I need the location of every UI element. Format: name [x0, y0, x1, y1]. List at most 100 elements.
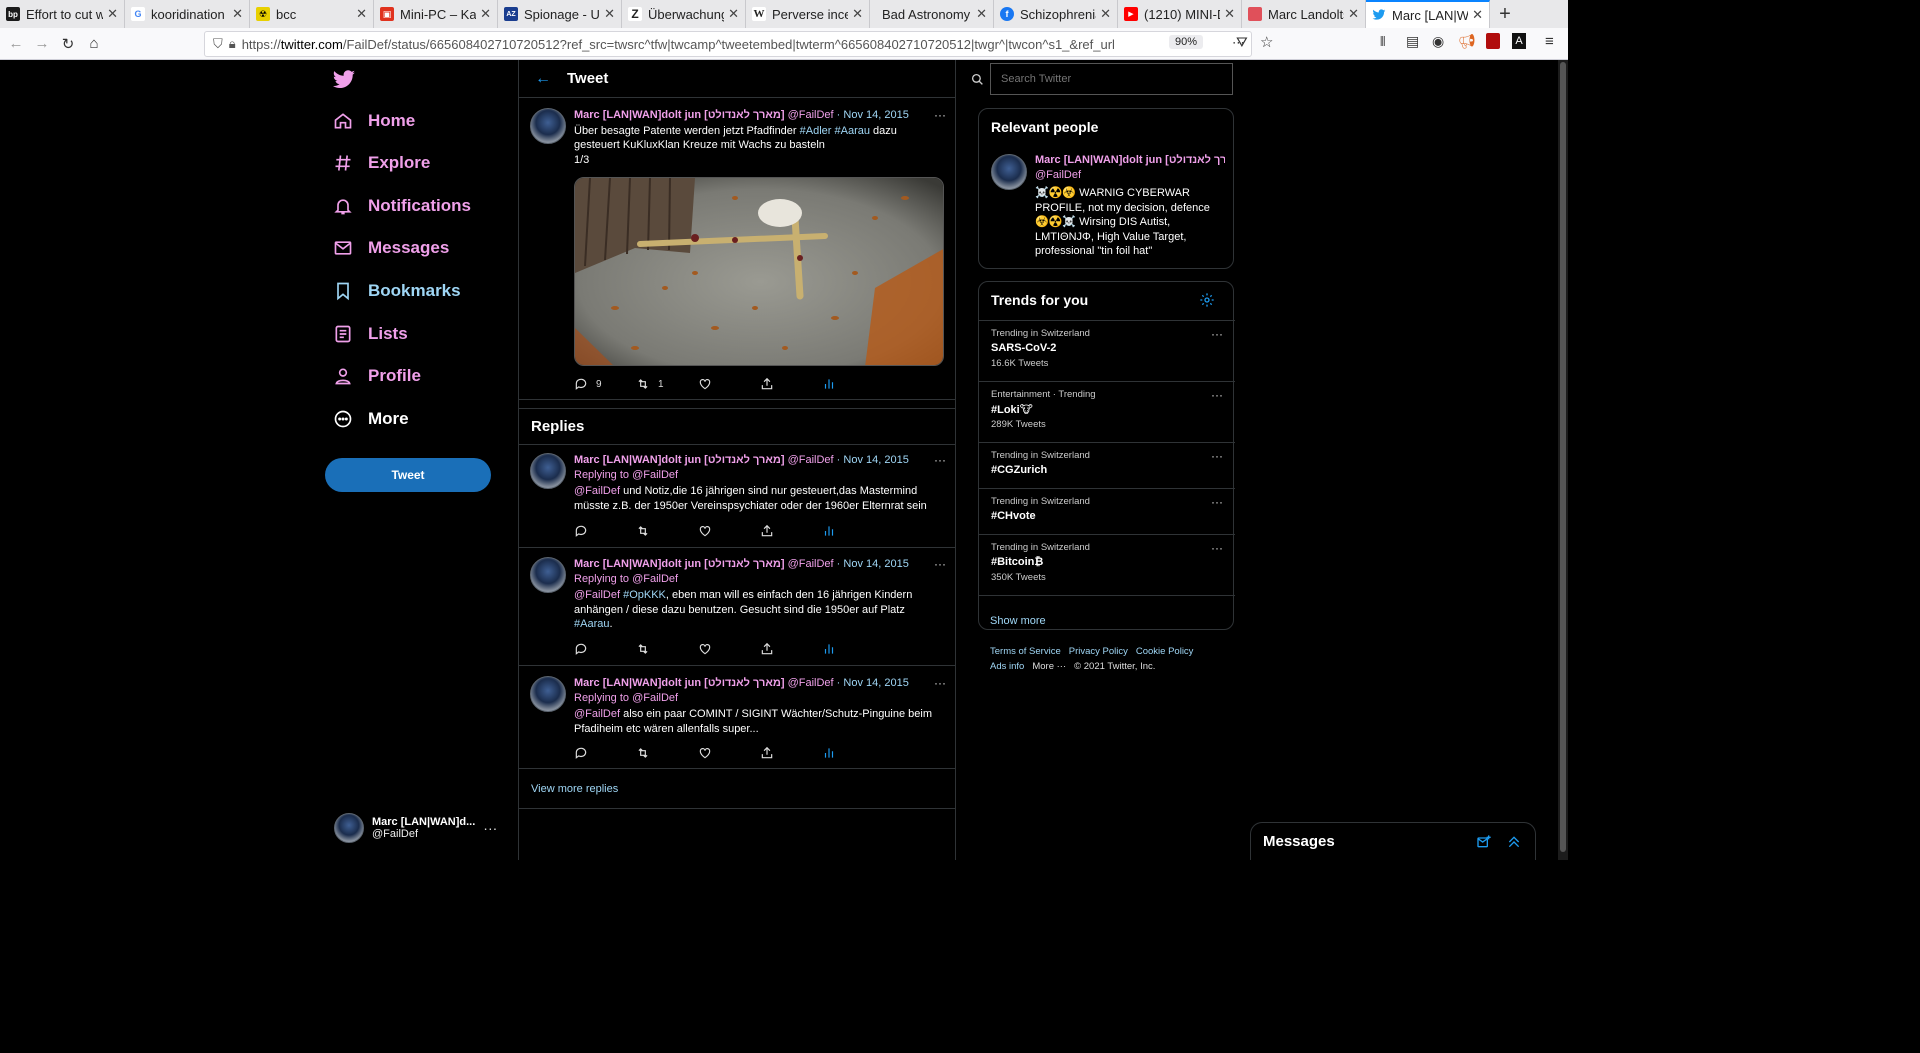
font-extension-icon[interactable]: A: [1512, 33, 1526, 49]
close-tab-icon[interactable]: ✕: [976, 6, 987, 22]
close-tab-icon[interactable]: ✕: [852, 6, 863, 22]
browser-tab[interactable]: ▶ (1210) MINI-D ✕: [1118, 0, 1242, 28]
tweet-author-handle[interactable]: @FailDef: [788, 454, 834, 466]
settings-gear-icon[interactable]: [1199, 292, 1215, 313]
page-scrollbar[interactable]: [1558, 60, 1568, 860]
expand-up-icon[interactable]: [1499, 834, 1529, 850]
close-tab-icon[interactable]: ✕: [480, 6, 491, 22]
browser-tab[interactable]: ☢ bcc ✕: [250, 0, 374, 28]
analytics-button[interactable]: [822, 524, 884, 538]
mention-link[interactable]: @FailDef: [632, 469, 678, 481]
search-field[interactable]: [971, 63, 1233, 95]
tweet-date[interactable]: Nov 14, 2015: [843, 454, 908, 466]
twitter-logo-icon[interactable]: [332, 70, 356, 92]
close-tab-icon[interactable]: ✕: [728, 6, 739, 22]
url-bar[interactable]: ⛉ 🔒︎ https://twitter.com/FailDef/status/…: [204, 31, 1252, 57]
tweet-author-name[interactable]: Marc [LAN|WAN]dolt jun [מארך לאנדולט]: [574, 677, 785, 689]
tweet-date[interactable]: Nov 14, 2015: [843, 677, 908, 689]
like-button[interactable]: [698, 524, 760, 538]
terms-link[interactable]: Terms of Service: [990, 646, 1061, 657]
trend-item[interactable]: Trending in Switzerland #CGZurich ···: [979, 442, 1235, 488]
trend-item[interactable]: Trending in Switzerland SARS-CoV-2 16.6K…: [979, 320, 1235, 381]
more-dots-icon[interactable]: ···: [1211, 388, 1223, 402]
nav-bookmarks[interactable]: Bookmarks: [332, 274, 461, 308]
tweet-author-name[interactable]: Marc [LAN|WAN]dolt jun [מארך לאנדולט]: [574, 454, 785, 466]
library-icon[interactable]: ⫴: [1380, 34, 1385, 50]
share-button[interactable]: [760, 642, 822, 656]
hashtag-link[interactable]: #OpKKK: [623, 589, 666, 601]
sidebar-icon[interactable]: ▤: [1406, 33, 1419, 50]
back-arrow-icon[interactable]: ←: [3, 31, 29, 57]
browser-tab-active[interactable]: Marc [LAN|W ✕: [1366, 0, 1490, 28]
browser-tab[interactable]: Z Überwachung ✕: [622, 0, 746, 28]
share-button[interactable]: [760, 746, 822, 760]
avatar[interactable]: [991, 154, 1027, 190]
retweet-button[interactable]: 1: [636, 377, 698, 391]
relevant-person[interactable]: Marc [LAN|WAN]dolt jun [מארך לאנדולט] @F…: [991, 154, 1227, 257]
mention-link[interactable]: @FailDef: [574, 485, 620, 497]
close-tab-icon[interactable]: ✕: [1348, 6, 1359, 22]
person-name[interactable]: Marc [LAN|WAN]dolt jun [מארך לאנדולט]: [1035, 154, 1225, 166]
view-more-replies-link[interactable]: View more replies: [531, 783, 618, 795]
close-tab-icon[interactable]: ✕: [1224, 6, 1235, 22]
more-dots-icon[interactable]: ···: [934, 676, 946, 690]
mention-link[interactable]: @FailDef: [632, 692, 678, 704]
avatar[interactable]: [530, 108, 566, 144]
nav-messages[interactable]: Messages: [332, 231, 449, 265]
close-tab-icon[interactable]: ✕: [356, 6, 367, 22]
retweet-button[interactable]: [636, 642, 698, 656]
mention-link[interactable]: @FailDef: [574, 589, 620, 601]
more-dots-icon[interactable]: ···: [1211, 449, 1223, 463]
reply-button[interactable]: 9: [574, 377, 636, 391]
zoom-level[interactable]: 90%: [1168, 35, 1203, 49]
trend-item[interactable]: Trending in Switzerland #Bitcoin₿ 350K T…: [979, 534, 1235, 595]
cookie-link[interactable]: Cookie Policy: [1136, 646, 1194, 657]
more-dots-icon[interactable]: ···: [934, 108, 946, 122]
tweet-author-name[interactable]: Marc [LAN|WAN]dolt jun [מארך לאנדולט]: [574, 558, 785, 570]
tweet-button[interactable]: Tweet: [325, 458, 491, 492]
retweet-button[interactable]: [636, 746, 698, 760]
nav-more[interactable]: More: [332, 402, 409, 436]
browser-tab[interactable]: Bad Astronomy ✕: [870, 0, 994, 28]
browser-tab[interactable]: AZ Spionage - Ur ✕: [498, 0, 622, 28]
tweet-author-handle[interactable]: @FailDef: [788, 677, 834, 689]
more-dots-icon[interactable]: ···: [1211, 541, 1223, 555]
ads-info-link[interactable]: Ads info: [990, 661, 1024, 672]
person-handle[interactable]: @FailDef: [1035, 169, 1081, 181]
analytics-button[interactable]: [822, 377, 884, 391]
nav-profile[interactable]: Profile: [332, 359, 421, 393]
ublock-icon[interactable]: [1486, 33, 1500, 49]
scrollbar-thumb[interactable]: [1560, 62, 1566, 852]
browser-tab[interactable]: Marc Landolts ✕: [1242, 0, 1366, 28]
retweet-button[interactable]: [636, 524, 698, 538]
hashtag-link[interactable]: #Aarau: [574, 618, 609, 630]
tweet-author-name[interactable]: Marc [LAN|WAN]dolt jun [מארך לאנדולט]: [574, 109, 785, 121]
footer-more-link[interactable]: More ···: [1032, 661, 1066, 672]
reload-icon[interactable]: ↻: [55, 31, 81, 57]
tweet-photo[interactable]: [574, 177, 944, 366]
share-button[interactable]: [760, 377, 822, 391]
home-icon[interactable]: ⌂: [81, 31, 107, 57]
more-dots-icon[interactable]: ···: [934, 453, 946, 467]
nav-notifications[interactable]: Notifications: [332, 189, 471, 223]
browser-tab[interactable]: W Perverse ince ✕: [746, 0, 870, 28]
reply-button[interactable]: [574, 746, 636, 760]
messages-drawer[interactable]: Messages: [1250, 822, 1536, 860]
show-more-trends-link[interactable]: Show more: [990, 615, 1046, 627]
pocket-icon[interactable]: ⛛: [1236, 34, 1248, 51]
nav-home[interactable]: Home: [332, 104, 415, 138]
browser-tab[interactable]: bp Effort to cut w ✕: [0, 0, 125, 28]
nav-lists[interactable]: Lists: [332, 317, 408, 351]
avatar[interactable]: [530, 676, 566, 712]
more-dots-icon[interactable]: ···: [1211, 495, 1223, 509]
search-input[interactable]: [1001, 73, 1221, 85]
analytics-button[interactable]: [822, 746, 884, 760]
hamburger-menu-icon[interactable]: ≡: [1545, 33, 1554, 50]
hashtag-link[interactable]: #Aarau: [835, 125, 870, 137]
tweet-date[interactable]: · Nov 14, 2015: [837, 109, 909, 121]
back-arrow-icon[interactable]: ←: [535, 70, 551, 88]
new-message-icon[interactable]: [1469, 834, 1499, 850]
mention-link[interactable]: @FailDef: [574, 708, 620, 720]
close-tab-icon[interactable]: ✕: [232, 6, 243, 22]
analytics-button[interactable]: [822, 642, 884, 656]
